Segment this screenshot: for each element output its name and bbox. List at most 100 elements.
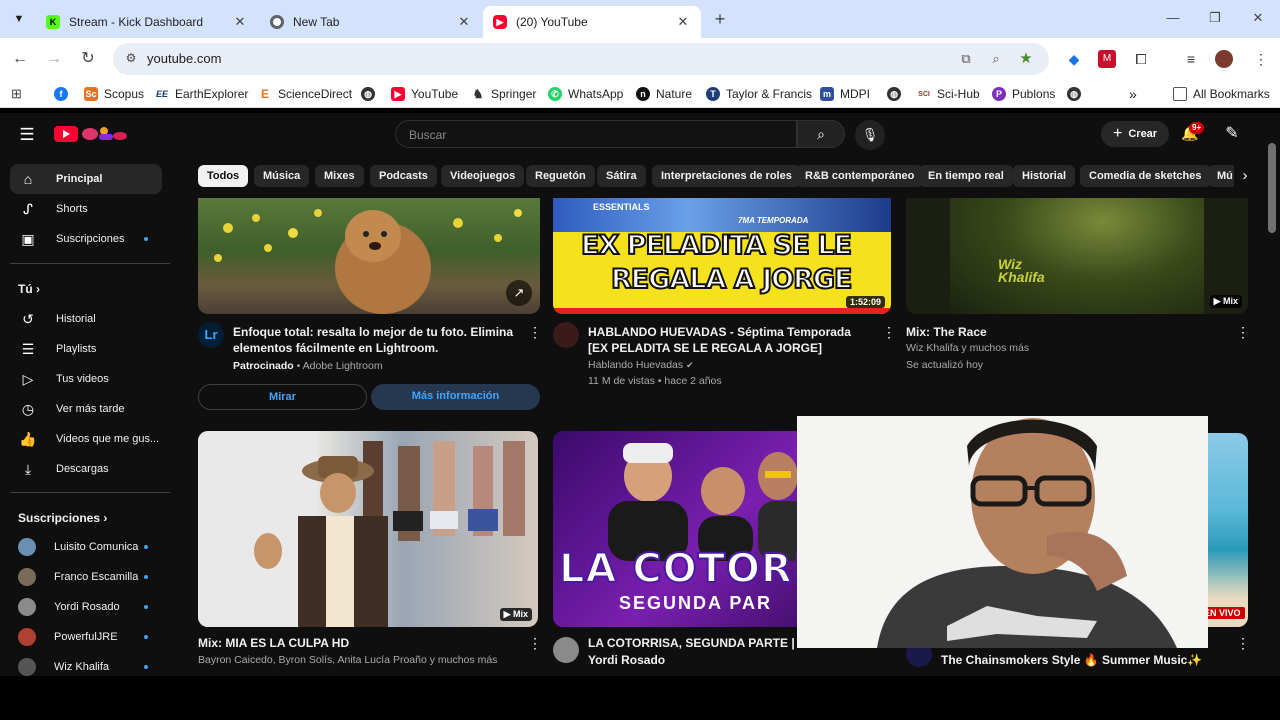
bookmark-taylor-francis[interactable]: T Taylor & Francis [706, 85, 812, 103]
chip-todos[interactable]: Todos [198, 165, 249, 187]
channel-name[interactable]: Hablando Huevadas ✔ [588, 357, 694, 374]
bookmark-globe-1[interactable]: ◍ [361, 85, 381, 103]
create-button[interactable]: + Crear [1101, 121, 1170, 147]
bookmark-globe-2[interactable]: ◍ [887, 85, 907, 103]
chip-podcasts[interactable]: Podcasts [370, 165, 437, 187]
subscriptions-heading[interactable]: Suscripciones › [18, 511, 107, 525]
sidebar-sub-wiz[interactable]: Wiz Khalifa [10, 652, 162, 676]
apps-icon[interactable]: ⊞ [11, 85, 22, 103]
close-icon[interactable]: ✕ [232, 14, 248, 30]
profile-avatar[interactable] [1215, 50, 1233, 68]
channel-name[interactable]: Bayron Caicedo, Byron Solís, Anita Lucía… [198, 652, 497, 669]
bookmark-globe-3[interactable]: ◍ [1067, 85, 1087, 103]
sidebar-sub-yordi[interactable]: Yordi Rosado [10, 592, 162, 622]
sidebar-sub-powerfuljre[interactable]: PowerfulJRE [10, 622, 162, 652]
reload-icon[interactable]: ↻ [78, 49, 98, 69]
zoom-icon[interactable]: ⌕ [988, 51, 1004, 67]
more-options-icon[interactable]: ⋮ [528, 324, 542, 341]
maximize-icon[interactable]: ❐ [1207, 10, 1223, 26]
search-input[interactable]: Buscar [395, 120, 797, 148]
chip-musica[interactable]: Música [254, 165, 310, 187]
back-icon[interactable]: ← [10, 49, 30, 69]
sidebar-item-historial[interactable]: ↺ Historial [10, 304, 162, 334]
bookmark-youtube[interactable]: ▶ YouTube [391, 85, 458, 103]
tab-search-button[interactable]: ▼ [8, 8, 30, 30]
channel-avatar-hablando[interactable] [553, 322, 579, 348]
youtube-doodle-logo[interactable] [54, 125, 128, 143]
external-link-icon[interactable]: ↗ [506, 280, 532, 306]
chip-rnb[interactable]: R&B contemporáneo [796, 165, 924, 187]
menu-kebab-icon[interactable]: ⋮ [1252, 50, 1270, 68]
chip-regueton[interactable]: Reguetón [526, 165, 595, 187]
more-bookmarks-icon[interactable]: » [1129, 85, 1137, 103]
video-thumbnail-mia-culpa[interactable]: ▶ Mix [198, 431, 538, 627]
mendeley-extension-icon[interactable]: M [1098, 50, 1116, 68]
channel-avatar-yordi[interactable] [553, 637, 579, 663]
scrollbar[interactable] [1268, 143, 1276, 233]
video-title[interactable]: Enfoque total: resalta lo mejor de tu fo… [233, 324, 518, 356]
all-bookmarks[interactable]: All Bookmarks [1173, 85, 1270, 103]
bookmark-nature[interactable]: n Nature [636, 85, 692, 103]
watch-button[interactable]: Mirar [198, 384, 367, 410]
sidebar-sub-franco[interactable]: Franco Escamilla [10, 562, 162, 592]
bookmark-scopus[interactable]: Sc Scopus [84, 85, 144, 103]
bookmark-publons[interactable]: P Publons [992, 85, 1055, 103]
chip-tiempo-real[interactable]: En tiempo real [919, 165, 1013, 187]
bookmark-facebook[interactable]: f [54, 85, 74, 103]
bookmark-springer[interactable]: ♞ Springer [471, 85, 536, 103]
more-options-icon[interactable]: ⋮ [1236, 324, 1250, 341]
forward-icon[interactable]: → [44, 49, 64, 69]
bookmark-star-icon[interactable]: ★ [1018, 51, 1034, 67]
extension-diamond-icon[interactable]: ◆ [1065, 50, 1083, 68]
chip-comedia[interactable]: Comedia de sketches [1080, 165, 1211, 187]
sidebar-item-playlists[interactable]: ☰ Playlists [10, 334, 162, 364]
account-avatar[interactable]: ✎ [1221, 123, 1243, 145]
bookmark-earthexplorer[interactable]: EE EarthExplorer [155, 85, 248, 103]
chip-satira[interactable]: Sátira [597, 165, 646, 187]
sidebar-item-ver-mas-tarde[interactable]: ◷ Ver más tarde [10, 394, 162, 424]
bookmark-whatsapp[interactable]: ✆ WhatsApp [548, 85, 623, 103]
install-app-icon[interactable]: ⧉ [958, 51, 974, 67]
more-options-icon[interactable]: ⋮ [882, 324, 896, 341]
tab-kick[interactable]: K Stream - Kick Dashboard ✕ [36, 6, 258, 38]
video-thumbnail-lightroom[interactable]: ↗ [198, 198, 540, 314]
channel-name[interactable]: Wiz Khalifa y muchos más [906, 340, 1029, 357]
extensions-icon[interactable]: ⧠ [1132, 50, 1150, 68]
video-title[interactable]: HABLANDO HUEVADAS - Séptima Temporada [E… [588, 324, 868, 356]
close-icon[interactable]: ✕ [675, 14, 691, 30]
video-title[interactable]: LA COTORRISA, SEGUNDA PARTE | La e [588, 635, 808, 651]
mic-icon[interactable]: 🎙 [855, 120, 885, 150]
video-title-line2[interactable]: Yordi Rosado [588, 652, 665, 668]
sidebar-item-suscripciones[interactable]: ▣ Suscripciones [10, 224, 162, 254]
sidebar-item-descargas[interactable]: ⤓ Descargas [10, 454, 162, 484]
media-control-icon[interactable]: ≡ [1182, 50, 1200, 68]
you-heading[interactable]: Tú › [18, 282, 40, 296]
bookmark-scihub[interactable]: SCI Sci-Hub [917, 85, 980, 103]
site-info-icon[interactable]: ⚙ [123, 51, 139, 67]
channel-avatar-lightroom[interactable]: Lr [198, 322, 224, 348]
video-thumbnail-wiz-mix[interactable]: Wiz Khalifa ▶ Mix [906, 198, 1248, 314]
address-bar[interactable]: ⚙ youtube.com ⧉ ⌕ ★ [113, 43, 1049, 75]
video-title[interactable]: Mix: MIA ES LA CULPA HD [198, 635, 518, 651]
new-tab-button[interactable]: + [710, 9, 730, 29]
video-thumbnail-hablando[interactable]: ESSENTIALS 7MA TEMPORADA EX PELADITA SE … [553, 198, 891, 314]
bookmark-sciencedirect[interactable]: E ScienceDirect [258, 85, 352, 103]
window-close-icon[interactable]: ✕ [1250, 10, 1266, 26]
close-icon[interactable]: ✕ [456, 14, 472, 30]
chip-interpretaciones[interactable]: Interpretaciones de roles [652, 165, 801, 187]
bookmark-mdpi[interactable]: m MDPI [820, 85, 870, 103]
sidebar-sub-luisito[interactable]: Luisito Comunica [10, 532, 162, 562]
tab-new-tab[interactable]: New Tab ✕ [260, 6, 482, 38]
video-title[interactable]: Mix: The Race [906, 324, 1206, 340]
chip-mixes[interactable]: Mixes [315, 165, 364, 187]
sidebar-item-tus-videos[interactable]: ▷ Tus videos [10, 364, 162, 394]
channel-name[interactable]: Adobe Lightroom [303, 360, 383, 372]
sidebar-item-shorts[interactable]: ᔑ Shorts [10, 194, 162, 224]
chip-historial[interactable]: Historial [1013, 165, 1076, 187]
more-info-button[interactable]: Más información [371, 384, 540, 410]
menu-icon[interactable]: ☰ [17, 125, 37, 145]
video-title[interactable]: The Chainsmokers Style 🔥 Summer Music✨ [941, 652, 1202, 668]
chevron-right-icon[interactable]: › [1234, 165, 1256, 187]
sidebar-item-liked-videos[interactable]: 👍 Videos que me gus... [10, 424, 162, 454]
minimize-icon[interactable]: — [1165, 10, 1181, 25]
